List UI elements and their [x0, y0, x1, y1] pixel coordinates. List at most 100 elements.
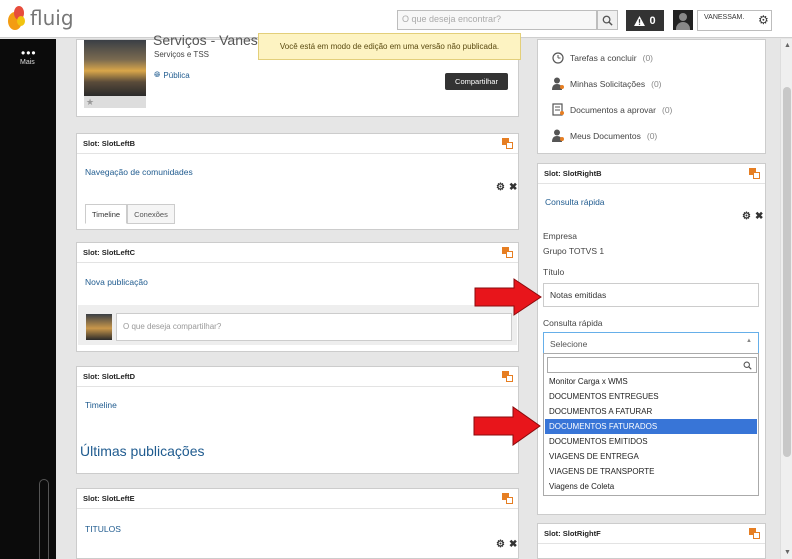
widget-settings-icon[interactable]: ⚙ [496, 539, 505, 550]
dropdown-option[interactable]: DOCUMENTOS ENTREGUES [545, 389, 757, 404]
tab-timeline[interactable]: Timeline [85, 204, 128, 224]
widget-title: TITULOS [85, 524, 121, 534]
slot-header: Slot: SlotLeftC [77, 243, 518, 263]
task-item-solicitacoes[interactable]: Minhas Solicitações (0) [551, 77, 662, 90]
visibility-label: Pública [163, 70, 190, 80]
scroll-thumb[interactable] [783, 87, 791, 457]
left-sidebar: ••• Mais [0, 39, 56, 559]
search-icon [602, 15, 613, 26]
timeline-heading: Últimas publicações [80, 443, 205, 459]
add-widget-icon[interactable] [502, 247, 513, 258]
widget-title: Timeline [85, 400, 117, 410]
close-icon[interactable]: ✖ [509, 182, 517, 193]
share-button[interactable]: Compartilhar [445, 73, 508, 90]
slot-header: Slot: SlotLeftD [77, 367, 518, 387]
brand-logo[interactable]: fluig [8, 6, 74, 30]
slot-left-e-panel: Slot: SlotLeftE TITULOS ⚙ ✖ [76, 488, 519, 559]
slot-label: Slot: SlotLeftB [83, 139, 136, 148]
clock-icon [551, 51, 564, 64]
add-widget-icon[interactable] [749, 528, 760, 539]
scroll-up-icon[interactable]: ▲ [784, 42, 791, 49]
add-widget-icon[interactable] [502, 138, 513, 149]
title-input[interactable]: Notas emitidas [543, 283, 759, 307]
user-avatar [86, 314, 112, 340]
slot-header: Slot: SlotRightF [538, 524, 765, 544]
widget-settings-icon[interactable]: ⚙ [742, 211, 751, 222]
dropdown-option[interactable]: Monitor Carga x WMS [545, 374, 757, 389]
task-count: (0) [642, 52, 654, 63]
task-label: Documentos a aprovar [570, 104, 656, 115]
user-request-icon [551, 77, 564, 90]
favorite-star-icon[interactable]: ★ [84, 96, 146, 108]
annotation-arrow-icon [474, 278, 542, 316]
more-label[interactable]: Mais [20, 59, 35, 66]
dropdown-option[interactable]: VIAGENS DE TRANSPORTE [545, 464, 757, 479]
visibility-status: 🌐︎ Pública [154, 70, 190, 80]
globe-icon: 🌐︎ [154, 70, 161, 79]
task-item-meus-documentos[interactable]: Meus Documentos (0) [551, 129, 657, 142]
widget-title: Consulta rápida [545, 197, 605, 207]
dropdown-search-input[interactable] [547, 357, 757, 373]
document-approve-icon [551, 103, 564, 116]
user-documents-icon [551, 129, 564, 142]
task-count: (0) [646, 130, 658, 141]
task-count: (0) [662, 104, 673, 115]
fluig-logo-icon [8, 6, 26, 30]
community-title: Serviços - Vanes [153, 32, 258, 48]
dropdown-option-highlighted[interactable]: DOCUMENTOS FATURADOS [545, 419, 757, 434]
title-label: Título [543, 267, 565, 277]
widget-edit-tools: ⚙ ✖ [496, 182, 517, 193]
task-item-tarefas[interactable]: Tarefas a concluir (0) [551, 51, 653, 64]
company-value: Grupo TOTVS 1 [543, 246, 605, 256]
community-subtitle: Serviços e TSS [154, 50, 209, 59]
query-dropdown: Monitor Carga x WMS DOCUMENTOS ENTREGUES… [543, 353, 759, 496]
alerts-button[interactable]: 0 [626, 10, 664, 31]
widget-title: Nova publicação [85, 277, 148, 287]
task-count: (0) [651, 78, 662, 89]
add-widget-icon[interactable] [502, 371, 513, 382]
close-icon[interactable]: ✖ [509, 539, 517, 550]
widget-title: Navegação de comunidades [85, 167, 193, 177]
add-widget-icon[interactable] [502, 493, 513, 504]
edit-mode-banner: Você está em modo de edição em uma versã… [258, 33, 521, 60]
query-label: Consulta rápida [543, 318, 603, 328]
slot-header: Slot: SlotLeftB [77, 134, 518, 154]
page-scrollbar[interactable]: ▲ ▼ [780, 39, 792, 559]
slot-header: Slot: SlotRightB [538, 164, 765, 184]
search-input[interactable]: O que deseja encontrar? [397, 10, 597, 30]
widget-edit-tools: ⚙ ✖ [742, 211, 763, 222]
tab-conexoes[interactable]: Conexões [127, 204, 175, 224]
search-button[interactable] [597, 10, 618, 30]
dropdown-option[interactable]: VIAGENS DE ENTREGA [545, 449, 757, 464]
gear-icon[interactable]: ⚙ [758, 13, 769, 27]
dropdown-option[interactable]: DOCUMENTOS EMITIDOS [545, 434, 757, 449]
community-cover-image [84, 40, 146, 96]
slot-header: Slot: SlotLeftE [77, 489, 518, 509]
search-icon [743, 361, 752, 370]
select-value: Selecione [550, 339, 588, 349]
scroll-down-icon[interactable]: ▼ [784, 549, 791, 556]
brand-name: fluig [30, 6, 74, 30]
query-select[interactable]: Selecione ▲ [543, 332, 759, 354]
add-widget-icon[interactable] [749, 168, 760, 179]
widget-settings-icon[interactable]: ⚙ [496, 182, 505, 193]
share-post-input[interactable]: O que deseja compartilhar? [116, 313, 512, 341]
task-label: Tarefas a concluir [570, 52, 637, 63]
dropdown-option[interactable]: Viagens de Coleta [545, 479, 757, 494]
sidebar-scrollbar[interactable] [39, 479, 49, 559]
close-icon[interactable]: ✖ [755, 211, 763, 222]
more-icon[interactable]: ••• [21, 46, 37, 60]
slot-label: Slot: SlotLeftD [83, 372, 136, 381]
dropdown-option[interactable]: DOCUMENTOS A FATURAR [545, 404, 757, 419]
slot-left-b-panel: Slot: SlotLeftB Navegação de comunidades… [76, 133, 519, 230]
annotation-arrow-icon [473, 406, 541, 446]
task-label: Meus Documentos [570, 130, 641, 141]
alert-count: 0 [649, 14, 656, 27]
warning-icon [634, 15, 646, 26]
slot-label: Slot: SlotLeftE [83, 494, 135, 503]
slot-label: Slot: SlotRightF [544, 529, 601, 538]
chevron-up-icon: ▲ [746, 338, 752, 344]
slot-left-c-panel: Slot: SlotLeftC Nova publicação O que de… [76, 242, 519, 352]
task-item-documentos-aprovar[interactable]: Documentos a aprovar (0) [551, 103, 672, 116]
user-avatar[interactable] [673, 10, 693, 30]
